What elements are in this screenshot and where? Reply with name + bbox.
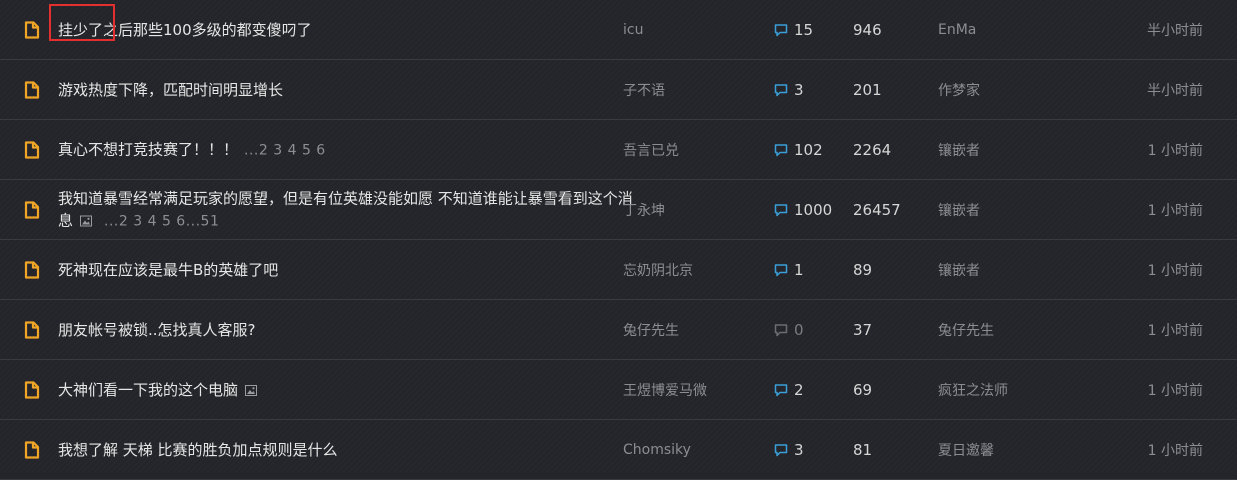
document-icon [24, 440, 40, 459]
thread-row[interactable]: 我想了解 天梯 比赛的胜负加点规则是什么 Chomsiky 3 81 夏日邀馨 … [0, 420, 1237, 480]
thread-title-link[interactable]: 朋友帐号被锁..怎找真人客服? [58, 321, 256, 339]
reply-count: 15 [774, 21, 813, 39]
comment-bubble-icon [774, 83, 788, 96]
thread-author[interactable]: 王煜博爱马微 [623, 380, 707, 400]
image-icon [245, 384, 258, 396]
reply-count-value: 0 [794, 320, 804, 339]
thread-title: 我知道暴雪经常满足玩家的愿望，但是有位英雄没能如愿 不知道谁能让暴雪看到这个消息… [58, 187, 633, 232]
comment-bubble-icon [774, 263, 788, 276]
document-icon [24, 320, 40, 339]
thread-title: 死神现在应该是最牛B的英雄了吧 [58, 259, 633, 281]
document-icon [24, 140, 40, 159]
reply-count: 0 [774, 321, 804, 339]
reply-count-value: 15 [794, 20, 814, 39]
last-post-time[interactable]: 1 小时前 [1148, 380, 1203, 400]
thread-title: 我想了解 天梯 比赛的胜负加点规则是什么 [58, 439, 633, 461]
reply-count-value: 1000 [794, 200, 833, 219]
thread-title: 朋友帐号被锁..怎找真人客服? [58, 319, 633, 341]
thread-author[interactable]: icu [623, 22, 643, 38]
comment-bubble-icon [774, 23, 788, 36]
page-links[interactable]: ...2 3 4 5 6 [244, 142, 326, 158]
reply-count: 2 [774, 381, 804, 399]
thread-row[interactable]: 真心不想打竞技赛了！！！ ...2 3 4 5 6 吾言已兑 102 2264 镶… [0, 120, 1237, 180]
thread-row[interactable]: 朋友帐号被锁..怎找真人客服? 兔仔先生 0 37 兔仔先生 1 小时前 [0, 300, 1237, 360]
reply-count-value: 102 [794, 140, 823, 159]
comment-bubble-icon [774, 323, 788, 336]
comment-bubble-icon [774, 203, 788, 216]
thread-title: 真心不想打竞技赛了！！！ ...2 3 4 5 6 [58, 138, 633, 161]
document-icon [24, 20, 40, 39]
thread-author[interactable]: 兔仔先生 [623, 320, 679, 340]
reply-count: 1 [774, 261, 804, 279]
last-poster[interactable]: 镶嵌者 [938, 260, 980, 280]
comment-bubble-icon [774, 443, 788, 456]
thread-author[interactable]: 子不语 [623, 80, 665, 100]
view-count: 26457 [853, 200, 901, 219]
thread-title-link[interactable]: 挂少了之后那些100多级的都变傻叼了 [58, 21, 312, 39]
view-count: 81 [853, 440, 873, 459]
view-count: 946 [853, 20, 882, 39]
last-post-time[interactable]: 1 小时前 [1148, 200, 1203, 220]
thread-list: 挂少了之后那些100多级的都变傻叼了 icu 15 946 EnMa 半小时前 … [0, 0, 1237, 480]
comment-bubble-icon [774, 143, 788, 156]
document-icon [24, 200, 40, 219]
thread-title: 游戏热度下降，匹配时间明显增长 [58, 79, 633, 101]
last-poster[interactable]: 作梦家 [938, 80, 980, 100]
thread-title-link[interactable]: 游戏热度下降，匹配时间明显增长 [58, 81, 283, 99]
last-poster[interactable]: 镶嵌者 [938, 140, 980, 160]
view-count: 37 [853, 320, 873, 339]
reply-count-value: 3 [794, 440, 804, 459]
last-post-time[interactable]: 1 小时前 [1148, 440, 1203, 460]
thread-row[interactable]: 大神们看一下我的这个电脑 王煜博爱马微 2 69 疯狂之法师 1 小时前 [0, 360, 1237, 420]
thread-row[interactable]: 游戏热度下降，匹配时间明显增长 子不语 3 201 作梦家 半小时前 [0, 60, 1237, 120]
document-icon [24, 380, 40, 399]
view-count: 69 [853, 380, 873, 399]
thread-author[interactable]: 丁永坤 [623, 200, 665, 220]
last-poster[interactable]: 疯狂之法师 [938, 380, 1008, 400]
reply-count: 3 [774, 81, 804, 99]
document-icon [24, 260, 40, 279]
thread-author[interactable]: 吾言已兑 [623, 140, 679, 160]
reply-count-value: 1 [794, 260, 804, 279]
last-poster[interactable]: 夏日邀馨 [938, 440, 994, 460]
thread-title-link[interactable]: 死神现在应该是最牛B的英雄了吧 [58, 261, 278, 279]
thread-title: 挂少了之后那些100多级的都变傻叼了 [58, 19, 633, 41]
reply-count: 3 [774, 441, 804, 459]
document-icon [24, 80, 40, 99]
view-count: 201 [853, 80, 882, 99]
last-post-time[interactable]: 1 小时前 [1148, 320, 1203, 340]
thread-title-link[interactable]: 我想了解 天梯 比赛的胜负加点规则是什么 [58, 441, 338, 459]
thread-row[interactable]: 我知道暴雪经常满足玩家的愿望，但是有位英雄没能如愿 不知道谁能让暴雪看到这个消息… [0, 180, 1237, 240]
comment-bubble-icon [774, 383, 788, 396]
last-post-time[interactable]: 1 小时前 [1148, 260, 1203, 280]
reply-count-value: 3 [794, 80, 804, 99]
thread-title-link[interactable]: 大神们看一下我的这个电脑 [58, 381, 238, 399]
thread-author[interactable]: 忘奶阴北京 [623, 260, 693, 280]
last-post-time[interactable]: 半小时前 [1147, 20, 1203, 40]
image-icon [80, 215, 93, 226]
last-poster[interactable]: EnMa [938, 22, 976, 38]
reply-count-value: 2 [794, 380, 804, 399]
thread-title-link[interactable]: 真心不想打竞技赛了！！！ [58, 140, 238, 158]
last-post-time[interactable]: 半小时前 [1147, 80, 1203, 100]
page-links[interactable]: ...2 3 4 5 6...51 [104, 213, 219, 229]
last-poster[interactable]: 兔仔先生 [938, 320, 994, 340]
thread-author[interactable]: Chomsiky [623, 442, 691, 458]
last-post-time[interactable]: 1 小时前 [1148, 140, 1203, 160]
reply-count: 102 [774, 141, 823, 159]
reply-count: 1000 [774, 201, 832, 219]
thread-title: 大神们看一下我的这个电脑 [58, 379, 633, 401]
thread-row[interactable]: 死神现在应该是最牛B的英雄了吧 忘奶阴北京 1 89 镶嵌者 1 小时前 [0, 240, 1237, 300]
view-count: 89 [853, 260, 873, 279]
last-poster[interactable]: 镶嵌者 [938, 200, 980, 220]
thread-row[interactable]: 挂少了之后那些100多级的都变傻叼了 icu 15 946 EnMa 半小时前 [0, 0, 1237, 60]
view-count: 2264 [853, 140, 892, 159]
